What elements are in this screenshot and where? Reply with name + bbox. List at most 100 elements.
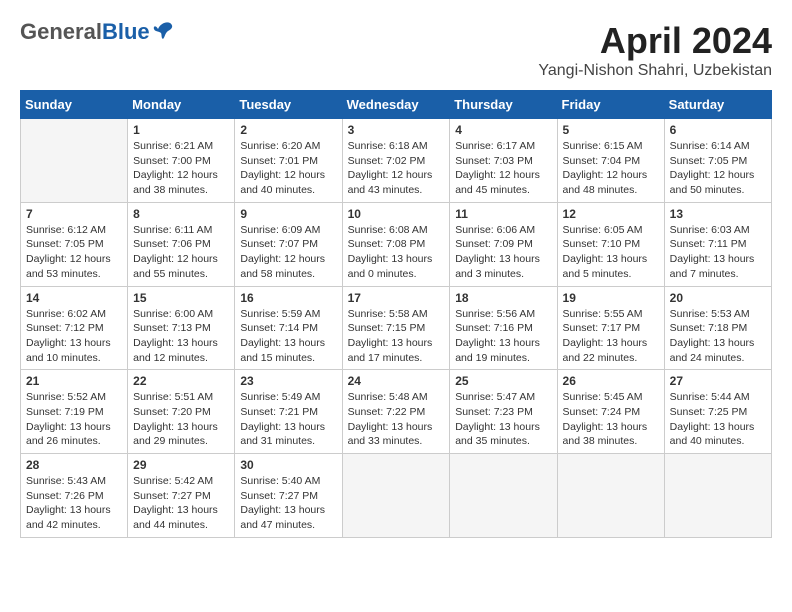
weekday-header-friday: Friday (557, 91, 664, 119)
title-block: April 2024 Yangi-Nishon Shahri, Uzbekist… (538, 20, 772, 80)
day-number: 30 (240, 458, 336, 472)
day-info: Sunrise: 5:47 AMSunset: 7:23 PMDaylight:… (455, 390, 551, 449)
day-info: Sunrise: 6:00 AMSunset: 7:13 PMDaylight:… (133, 307, 229, 366)
calendar-day-cell: 4 Sunrise: 6:17 AMSunset: 7:03 PMDaylight… (450, 119, 557, 203)
day-number: 23 (240, 374, 336, 388)
day-number: 2 (240, 123, 336, 137)
day-info: Sunrise: 6:05 AMSunset: 7:10 PMDaylight:… (563, 223, 659, 282)
logo-bird-icon (152, 19, 174, 41)
day-number: 28 (26, 458, 122, 472)
weekday-header-tuesday: Tuesday (235, 91, 342, 119)
day-info: Sunrise: 5:43 AMSunset: 7:26 PMDaylight:… (26, 474, 122, 533)
calendar-day-cell: 21 Sunrise: 5:52 AMSunset: 7:19 PMDayligh… (21, 370, 128, 454)
calendar-day-cell: 20Sunrise: 5:53 AMSunset: 7:18 PMDayligh… (664, 286, 771, 370)
day-number: 18 (455, 291, 551, 305)
day-info: Sunrise: 6:21 AMSunset: 7:00 PMDaylight:… (133, 139, 229, 198)
calendar-day-cell: 25Sunrise: 5:47 AMSunset: 7:23 PMDayligh… (450, 370, 557, 454)
calendar-week-row: 1 Sunrise: 6:21 AMSunset: 7:00 PMDaylight… (21, 119, 772, 203)
day-number: 29 (133, 458, 229, 472)
day-number: 7 (26, 207, 122, 221)
day-number: 6 (670, 123, 766, 137)
calendar-day-cell (664, 454, 771, 538)
day-info: Sunrise: 5:55 AMSunset: 7:17 PMDaylight:… (563, 307, 659, 366)
day-info: Sunrise: 6:15 AMSunset: 7:04 PMDaylight:… (563, 139, 659, 198)
calendar-day-cell: 15Sunrise: 6:00 AMSunset: 7:13 PMDayligh… (128, 286, 235, 370)
calendar-day-cell: 17 Sunrise: 5:58 AMSunset: 7:15 PMDayligh… (342, 286, 450, 370)
day-info: Sunrise: 5:59 AMSunset: 7:14 PMDaylight:… (240, 307, 336, 366)
day-info: Sunrise: 6:17 AMSunset: 7:03 PMDaylight:… (455, 139, 551, 198)
calendar-day-cell: 12 Sunrise: 6:05 AMSunset: 7:10 PMDayligh… (557, 202, 664, 286)
header: GeneralBlue April 2024 Yangi-Nishon Shah… (20, 20, 772, 80)
day-info: Sunrise: 5:48 AMSunset: 7:22 PMDaylight:… (348, 390, 445, 449)
day-info: Sunrise: 6:18 AMSunset: 7:02 PMDaylight:… (348, 139, 445, 198)
day-number: 24 (348, 374, 445, 388)
calendar-day-cell: 16 Sunrise: 5:59 AMSunset: 7:14 PMDayligh… (235, 286, 342, 370)
calendar-day-cell: 8 Sunrise: 6:11 AMSunset: 7:06 PMDaylight… (128, 202, 235, 286)
day-info: Sunrise: 5:58 AMSunset: 7:15 PMDaylight:… (348, 307, 445, 366)
calendar-table: SundayMondayTuesdayWednesdayThursdayFrid… (20, 90, 772, 538)
day-number: 8 (133, 207, 229, 221)
calendar-day-cell: 7 Sunrise: 6:12 AMSunset: 7:05 PMDaylight… (21, 202, 128, 286)
day-number: 22 (133, 374, 229, 388)
day-info: Sunrise: 5:45 AMSunset: 7:24 PMDaylight:… (563, 390, 659, 449)
calendar-day-cell: 18 Sunrise: 5:56 AMSunset: 7:16 PMDayligh… (450, 286, 557, 370)
calendar-day-cell (557, 454, 664, 538)
calendar-day-cell: 24 Sunrise: 5:48 AMSunset: 7:22 PMDayligh… (342, 370, 450, 454)
day-info: Sunrise: 6:02 AMSunset: 7:12 PMDaylight:… (26, 307, 122, 366)
day-info: Sunrise: 5:40 AMSunset: 7:27 PMDaylight:… (240, 474, 336, 533)
day-number: 1 (133, 123, 229, 137)
logo: GeneralBlue (20, 20, 174, 44)
calendar-day-cell: 2 Sunrise: 6:20 AMSunset: 7:01 PMDaylight… (235, 119, 342, 203)
day-number: 10 (348, 207, 445, 221)
day-number: 19 (563, 291, 659, 305)
day-number: 14 (26, 291, 122, 305)
month-title: April 2024 (538, 20, 772, 62)
calendar-day-cell: 26 Sunrise: 5:45 AMSunset: 7:24 PMDayligh… (557, 370, 664, 454)
day-info: Sunrise: 6:06 AMSunset: 7:09 PMDaylight:… (455, 223, 551, 282)
calendar-day-cell: 6 Sunrise: 6:14 AMSunset: 7:05 PMDaylight… (664, 119, 771, 203)
day-info: Sunrise: 6:03 AMSunset: 7:11 PMDaylight:… (670, 223, 766, 282)
logo-general-text: General (20, 19, 102, 44)
day-number: 3 (348, 123, 445, 137)
calendar-day-cell: 14 Sunrise: 6:02 AMSunset: 7:12 PMDayligh… (21, 286, 128, 370)
day-info: Sunrise: 5:42 AMSunset: 7:27 PMDaylight:… (133, 474, 229, 533)
weekday-header-sunday: Sunday (21, 91, 128, 119)
day-info: Sunrise: 6:09 AMSunset: 7:07 PMDaylight:… (240, 223, 336, 282)
day-info: Sunrise: 6:11 AMSunset: 7:06 PMDaylight:… (133, 223, 229, 282)
day-number: 20 (670, 291, 766, 305)
day-info: Sunrise: 5:52 AMSunset: 7:19 PMDaylight:… (26, 390, 122, 449)
day-number: 12 (563, 207, 659, 221)
logo-blue-text: Blue (102, 19, 150, 44)
calendar-week-row: 7 Sunrise: 6:12 AMSunset: 7:05 PMDaylight… (21, 202, 772, 286)
calendar-week-row: 28 Sunrise: 5:43 AMSunset: 7:26 PMDayligh… (21, 454, 772, 538)
calendar-day-cell: 23 Sunrise: 5:49 AMSunset: 7:21 PMDayligh… (235, 370, 342, 454)
day-info: Sunrise: 6:20 AMSunset: 7:01 PMDaylight:… (240, 139, 336, 198)
calendar-day-cell: 1 Sunrise: 6:21 AMSunset: 7:00 PMDaylight… (128, 119, 235, 203)
calendar-week-row: 14 Sunrise: 6:02 AMSunset: 7:12 PMDayligh… (21, 286, 772, 370)
day-number: 26 (563, 374, 659, 388)
day-number: 11 (455, 207, 551, 221)
calendar-day-cell (21, 119, 128, 203)
day-number: 4 (455, 123, 551, 137)
weekday-header-thursday: Thursday (450, 91, 557, 119)
day-number: 13 (670, 207, 766, 221)
location-title: Yangi-Nishon Shahri, Uzbekistan (538, 62, 772, 80)
day-info: Sunrise: 5:56 AMSunset: 7:16 PMDaylight:… (455, 307, 551, 366)
day-number: 16 (240, 291, 336, 305)
calendar-day-cell: 10Sunrise: 6:08 AMSunset: 7:08 PMDayligh… (342, 202, 450, 286)
day-number: 9 (240, 207, 336, 221)
calendar-day-cell: 13 Sunrise: 6:03 AMSunset: 7:11 PMDayligh… (664, 202, 771, 286)
calendar-day-cell (342, 454, 450, 538)
calendar-week-row: 21 Sunrise: 5:52 AMSunset: 7:19 PMDayligh… (21, 370, 772, 454)
calendar-day-cell: 9 Sunrise: 6:09 AMSunset: 7:07 PMDaylight… (235, 202, 342, 286)
calendar-day-cell: 3 Sunrise: 6:18 AMSunset: 7:02 PMDaylight… (342, 119, 450, 203)
calendar-day-cell: 19 Sunrise: 5:55 AMSunset: 7:17 PMDayligh… (557, 286, 664, 370)
day-number: 21 (26, 374, 122, 388)
calendar-day-cell: 11 Sunrise: 6:06 AMSunset: 7:09 PMDayligh… (450, 202, 557, 286)
day-number: 5 (563, 123, 659, 137)
day-info: Sunrise: 6:12 AMSunset: 7:05 PMDaylight:… (26, 223, 122, 282)
day-info: Sunrise: 5:51 AMSunset: 7:20 PMDaylight:… (133, 390, 229, 449)
day-number: 17 (348, 291, 445, 305)
day-info: Sunrise: 5:49 AMSunset: 7:21 PMDaylight:… (240, 390, 336, 449)
day-info: Sunrise: 6:14 AMSunset: 7:05 PMDaylight:… (670, 139, 766, 198)
